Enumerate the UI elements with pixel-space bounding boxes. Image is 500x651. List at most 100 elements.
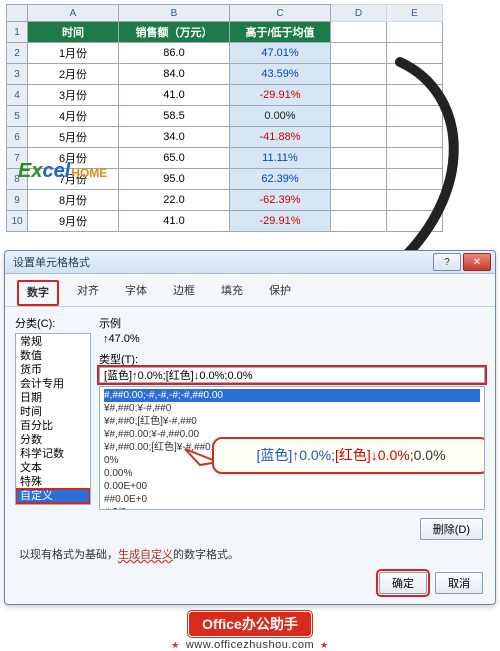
format-code-item[interactable]: ¥#,##0;[红色]¥-#,##0 [104, 415, 480, 428]
cell[interactable]: 95.0 [119, 169, 230, 190]
spreadsheet[interactable]: A B C D E 1 时间 销售额（万元） 高于/低于均值 21月份86.04… [6, 4, 443, 232]
dialog-titlebar[interactable]: 设置单元格格式 ? ✕ [5, 251, 495, 274]
cell[interactable] [387, 211, 443, 232]
cell[interactable]: -29.91% [230, 85, 331, 106]
cell[interactable]: 11.11% [230, 148, 331, 169]
row-header[interactable]: 8 [7, 169, 28, 190]
category-item[interactable]: 自定义 [16, 489, 90, 503]
category-item[interactable]: 常规 [16, 335, 90, 349]
cell[interactable]: 84.0 [119, 64, 230, 85]
cell[interactable]: 9月份 [28, 211, 119, 232]
cell[interactable]: 62.39% [230, 169, 331, 190]
format-code-item[interactable]: 0.00E+00 [104, 480, 480, 493]
cell[interactable]: 6月份 [28, 148, 119, 169]
close-button[interactable]: ✕ [463, 253, 491, 271]
cell[interactable] [387, 190, 443, 211]
category-item[interactable]: 时间 [16, 405, 90, 419]
col-header[interactable]: A [28, 5, 119, 22]
format-code-item[interactable]: ##0.0E+0 [104, 493, 480, 506]
cell[interactable] [331, 64, 387, 85]
format-code-item[interactable]: ¥#,##0;¥-#,##0 [104, 402, 480, 415]
cell[interactable]: 3月份 [28, 85, 119, 106]
format-code-item[interactable]: # ?/? [104, 506, 480, 510]
cell[interactable] [331, 148, 387, 169]
cell[interactable] [331, 22, 387, 43]
cell[interactable]: 4月份 [28, 106, 119, 127]
category-list[interactable]: 常规数值货币会计专用日期时间百分比分数科学记数文本特殊自定义 [15, 333, 91, 505]
tab-边框[interactable]: 边框 [165, 280, 203, 306]
format-code-item[interactable]: #,##0.00;-#,-#,-#;-#,##0.00 [104, 389, 480, 402]
cell[interactable] [387, 169, 443, 190]
cell[interactable]: 47.01% [230, 43, 331, 64]
cell[interactable]: 2月份 [28, 64, 119, 85]
cell[interactable] [387, 106, 443, 127]
cell[interactable]: 时间 [28, 22, 119, 43]
cell[interactable] [331, 127, 387, 148]
row-header[interactable]: 10 [7, 211, 28, 232]
row-header[interactable]: 9 [7, 190, 28, 211]
row-header[interactable]: 5 [7, 106, 28, 127]
cell[interactable]: 销售额（万元） [119, 22, 230, 43]
cell[interactable]: -41.88% [230, 127, 331, 148]
cell[interactable]: 8月份 [28, 190, 119, 211]
cell[interactable] [387, 148, 443, 169]
cell[interactable]: 22.0 [119, 190, 230, 211]
help-button[interactable]: ? [433, 253, 461, 271]
row-header[interactable]: 4 [7, 85, 28, 106]
col-header[interactable]: C [230, 5, 331, 22]
cell[interactable]: 86.0 [119, 43, 230, 64]
cell[interactable] [387, 64, 443, 85]
tab-保护[interactable]: 保护 [261, 280, 299, 306]
row-header[interactable]: 1 [7, 22, 28, 43]
cell[interactable]: -62.39% [230, 190, 331, 211]
cell[interactable] [331, 85, 387, 106]
cell[interactable]: 5月份 [28, 127, 119, 148]
cell[interactable] [331, 190, 387, 211]
cancel-button[interactable]: 取消 [435, 572, 483, 594]
cell[interactable]: 41.0 [119, 85, 230, 106]
cell[interactable]: 34.0 [119, 127, 230, 148]
cell[interactable]: 高于/低于均值 [230, 22, 331, 43]
tab-字体[interactable]: 字体 [117, 280, 155, 306]
ok-button[interactable]: 确定 [379, 572, 427, 594]
delete-button[interactable]: 删除(D) [420, 518, 483, 540]
row-header[interactable]: 6 [7, 127, 28, 148]
cell[interactable] [331, 169, 387, 190]
cell[interactable] [387, 43, 443, 64]
format-code-list[interactable]: #,##0.00;-#,-#,-#;-#,##0.00¥#,##0;¥-#,##… [99, 386, 485, 510]
cell[interactable]: 0.00% [230, 106, 331, 127]
cell[interactable] [387, 22, 443, 43]
cell[interactable]: 58.5 [119, 106, 230, 127]
row-header[interactable]: 3 [7, 64, 28, 85]
row-header[interactable]: 2 [7, 43, 28, 64]
tab-对齐[interactable]: 对齐 [69, 280, 107, 306]
category-item[interactable]: 会计专用 [16, 377, 90, 391]
col-header[interactable]: D [331, 5, 387, 22]
cell[interactable]: -29.91% [230, 211, 331, 232]
cell[interactable] [331, 43, 387, 64]
category-item[interactable]: 文本 [16, 461, 90, 475]
cell[interactable]: 41.0 [119, 211, 230, 232]
row-header[interactable]: 7 [7, 148, 28, 169]
col-header[interactable]: E [387, 5, 443, 22]
tab-填充[interactable]: 填充 [213, 280, 251, 306]
category-item[interactable]: 日期 [16, 391, 90, 405]
cell[interactable] [331, 106, 387, 127]
cell[interactable]: 65.0 [119, 148, 230, 169]
cell[interactable] [331, 211, 387, 232]
cell[interactable] [387, 127, 443, 148]
cell[interactable]: 43.59% [230, 64, 331, 85]
cell[interactable]: 7月份 [28, 169, 119, 190]
category-item[interactable]: 货币 [16, 363, 90, 377]
col-header[interactable]: B [119, 5, 230, 22]
category-item[interactable]: 特殊 [16, 475, 90, 489]
category-item[interactable]: 分数 [16, 433, 90, 447]
cell[interactable]: 1月份 [28, 43, 119, 64]
category-item[interactable]: 科学记数 [16, 447, 90, 461]
category-item[interactable]: 百分比 [16, 419, 90, 433]
type-input[interactable] [99, 367, 485, 383]
corner-cell[interactable] [7, 5, 28, 22]
tab-数字[interactable]: 数字 [17, 280, 59, 306]
cell[interactable] [387, 85, 443, 106]
category-item[interactable]: 数值 [16, 349, 90, 363]
